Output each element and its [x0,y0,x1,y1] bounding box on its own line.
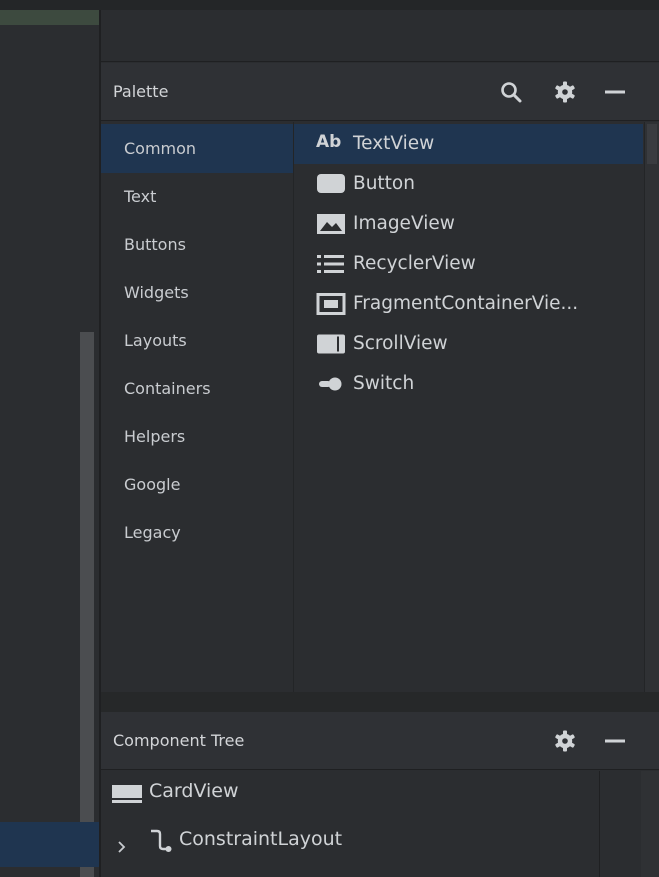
category-label: Common [124,139,197,158]
list-icon [316,253,346,275]
palette-categories: Common Text Buttons Widgets Layouts Cont… [101,122,293,692]
tree-node-label: ConstraintLayout [179,828,343,850]
tree-node-constraintlayout[interactable]: ConstraintLayout [111,822,591,856]
left-scrollbar[interactable] [80,332,94,877]
tree-divider [599,771,600,877]
scrollbar-thumb[interactable] [647,124,657,164]
palette-header: Palette [101,63,659,121]
fragment-container-icon [316,293,346,315]
image-icon [316,213,346,235]
component-textview[interactable]: Ab TextView [294,124,643,164]
component-label: TextView [353,133,435,154]
category-label: Widgets [124,283,189,302]
component-fragmentcontainerview[interactable]: FragmentContainerVie... [294,284,643,324]
category-common[interactable]: Common [101,124,293,173]
component-button[interactable]: Button [294,164,643,204]
category-containers[interactable]: Containers [101,364,293,413]
palette-components: Ab TextView Button ImageView RecyclerVie… [294,122,659,692]
component-tree-body: CardView ConstraintLayout [101,771,659,877]
component-tree-header: Component Tree [101,712,659,770]
minimize-icon[interactable] [603,80,627,104]
category-layouts[interactable]: Layouts [101,316,293,365]
category-label: Buttons [124,235,186,254]
panel-splitter[interactable] [101,692,659,712]
tree-node-label: CardView [149,780,239,802]
constraint-layout-icon [147,828,173,863]
category-label: Containers [124,379,211,398]
gear-icon[interactable] [553,729,577,753]
component-switch[interactable]: Switch [294,364,643,404]
tree-node-cardview[interactable]: CardView [111,774,591,808]
component-imageview[interactable]: ImageView [294,204,643,244]
tree-scrollbar[interactable] [641,771,659,877]
component-scrollview[interactable]: ScrollView [294,324,643,364]
category-text[interactable]: Text [101,172,293,221]
textview-icon: Ab [316,132,342,152]
category-helpers[interactable]: Helpers [101,412,293,461]
category-label: Text [124,187,157,206]
component-recyclerview[interactable]: RecyclerView [294,244,643,284]
palette-body: Common Text Buttons Widgets Layouts Cont… [101,122,659,692]
component-label: FragmentContainerVie... [353,293,579,314]
left-selected-row[interactable] [0,822,101,867]
component-label: ScrollView [353,333,448,354]
window-frame: Palette Common Text Buttons Widgets Layo… [0,0,659,877]
category-label: Helpers [124,427,186,446]
category-label: Layouts [124,331,187,350]
cardview-icon [111,781,143,815]
category-widgets[interactable]: Widgets [101,268,293,317]
switch-icon [316,373,346,395]
component-label: RecyclerView [353,253,476,274]
component-label: ImageView [353,213,455,234]
palette-title: Palette [113,82,169,101]
search-icon[interactable] [499,80,523,104]
left-accent-bar [0,10,101,25]
scrollview-icon [316,333,346,355]
category-label: Legacy [124,523,181,542]
components-scrollbar[interactable] [644,122,659,692]
chevron-right-icon[interactable] [117,831,127,865]
left-editor-area [0,10,101,877]
category-buttons[interactable]: Buttons [101,220,293,269]
component-label: Switch [353,373,415,394]
component-tree-title: Component Tree [113,731,245,750]
top-strip [0,0,659,10]
category-label: Google [124,475,181,494]
gear-icon[interactable] [553,80,577,104]
panel-top-area [101,10,659,62]
component-label: Button [353,173,415,194]
minimize-icon[interactable] [603,729,627,753]
category-legacy[interactable]: Legacy [101,508,293,557]
category-google[interactable]: Google [101,460,293,509]
button-icon [316,173,346,195]
design-tool-panel: Palette Common Text Buttons Widgets Layo… [101,10,659,877]
